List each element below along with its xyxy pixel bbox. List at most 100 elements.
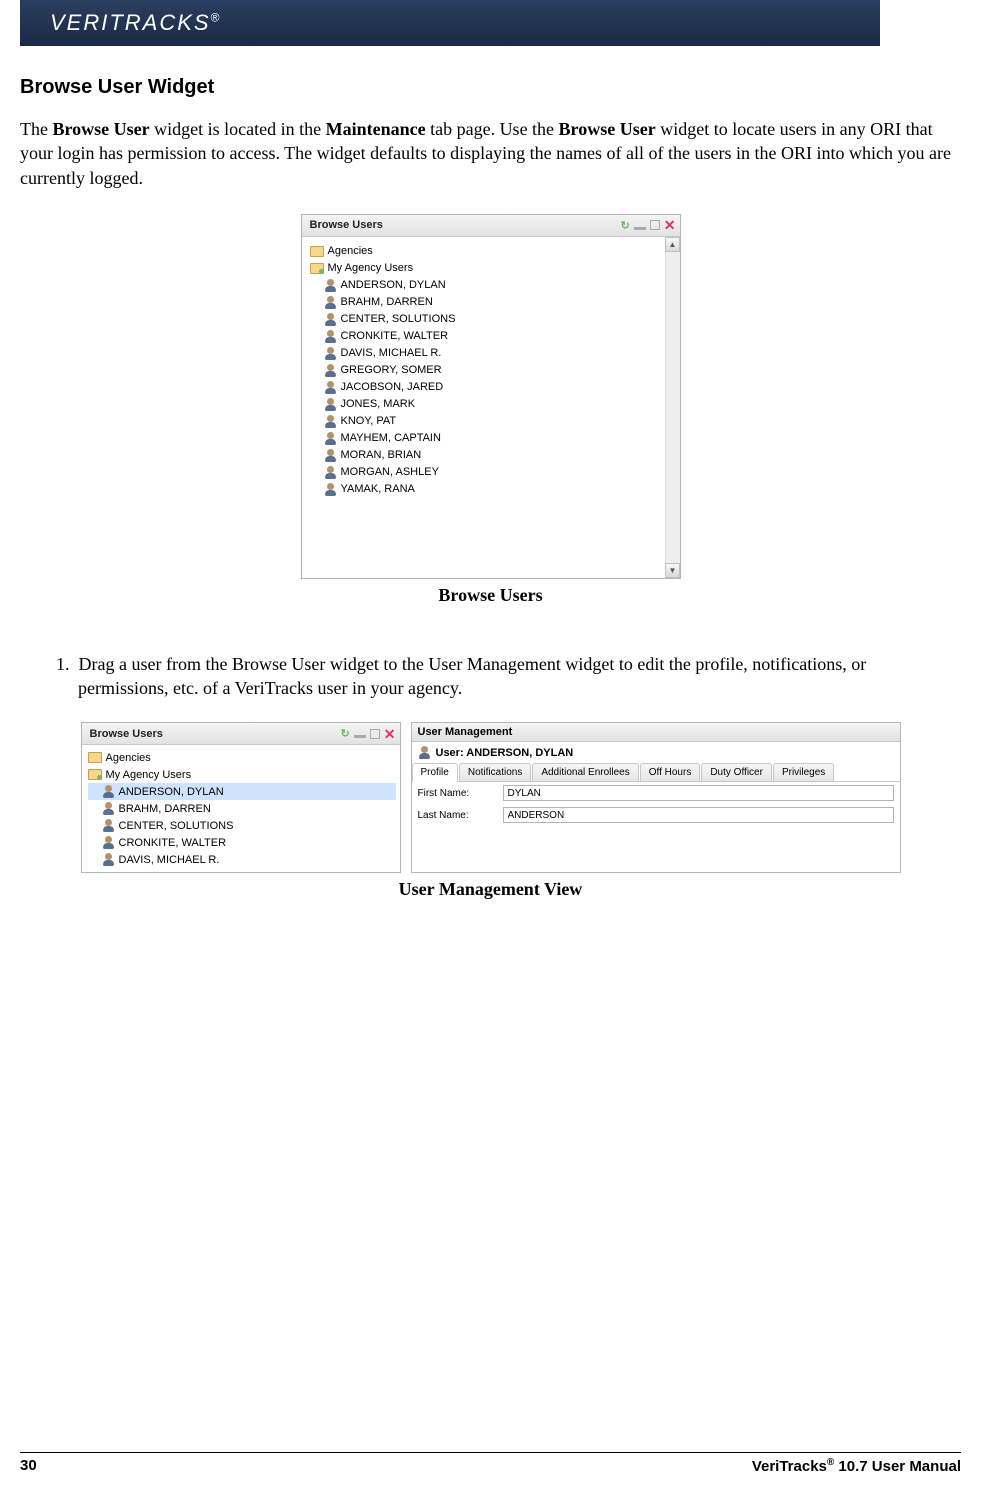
widget-titlebar[interactable]: Browse Users ✕ — [82, 723, 400, 745]
maximize-icon[interactable] — [650, 220, 660, 230]
tree-user-item[interactable]: CENTER, SOLUTIONS — [310, 311, 676, 328]
tree-user-item[interactable]: YAMAK, RANA — [310, 481, 676, 498]
widget-titlebar[interactable]: Browse Users ✕ — [302, 215, 680, 237]
minimize-icon[interactable] — [634, 227, 646, 230]
tree-folder-agencies[interactable]: Agencies — [88, 749, 396, 766]
browse-users-widget: Browse Users ✕ Agencies My Agency Users — [301, 214, 681, 579]
user-icon — [324, 449, 337, 462]
tree-user-label: CENTER, SOLUTIONS — [119, 820, 234, 832]
user-icon — [324, 381, 337, 394]
user-icon — [324, 483, 337, 496]
tab-notifications[interactable]: Notifications — [459, 763, 531, 781]
footer-product: VeriTracks® 10.7 User Manual — [752, 1457, 961, 1475]
tree-user-item[interactable]: MORGAN, ASHLEY — [310, 464, 676, 481]
tree-user-item[interactable]: JACOBSON, JARED — [310, 379, 676, 396]
refresh-icon[interactable] — [341, 727, 350, 740]
user-icon — [324, 330, 337, 343]
user-icon — [324, 432, 337, 445]
tree-user-item[interactable]: ANDERSON, DYLAN — [88, 783, 396, 800]
page-footer: 30 VeriTracks® 10.7 User Manual — [20, 1452, 961, 1475]
tree-user-label: JONES, MARK — [341, 398, 416, 410]
scroll-up-icon[interactable]: ▲ — [665, 237, 680, 252]
tree-user-item[interactable]: MORAN, BRIAN — [310, 447, 676, 464]
tree-user-label: MAYHEM, CAPTAIN — [341, 432, 441, 444]
tree-user-item[interactable]: GREGORY, SOMER — [310, 362, 676, 379]
first-name-label: First Name: — [418, 788, 503, 799]
tab-duty-officer[interactable]: Duty Officer — [701, 763, 772, 781]
tree-user-label: BRAHM, DARREN — [341, 296, 433, 308]
tree-user-item[interactable]: CENTER, SOLUTIONS — [88, 817, 396, 834]
user-icon — [324, 398, 337, 411]
tree-user-label: CENTER, SOLUTIONS — [341, 313, 456, 325]
tree-user-label: MORAN, BRIAN — [341, 449, 422, 461]
tree-user-item[interactable]: BRAHM, DARREN — [310, 294, 676, 311]
tab-strip: ProfileNotificationsAdditional Enrollees… — [412, 763, 900, 782]
user-icon — [324, 313, 337, 326]
last-name-label: Last Name: — [418, 810, 503, 821]
tree-user-item[interactable]: CRONKITE, WALTER — [88, 834, 396, 851]
user-icon — [324, 415, 337, 428]
user-icon — [324, 296, 337, 309]
tree-user-label: JACOBSON, JARED — [341, 381, 444, 393]
tree-user-item[interactable]: DAVIS, MICHAEL R. — [310, 345, 676, 362]
tree-label: My Agency Users — [328, 262, 414, 274]
tree-user-label: BRAHM, DARREN — [119, 803, 211, 815]
page-number: 30 — [20, 1457, 37, 1475]
logo-text: VERITRACKS® — [50, 10, 221, 36]
tree-user-item[interactable]: BRAHM, DARREN — [88, 800, 396, 817]
user-management-widget: User Management User: ANDERSON, DYLAN Pr… — [411, 722, 901, 873]
folder-icon — [88, 752, 102, 763]
first-name-row: First Name: — [412, 782, 900, 804]
tree-user-label: DAVIS, MICHAEL R. — [341, 347, 442, 359]
user-icon — [324, 347, 337, 360]
last-name-row: Last Name: — [412, 804, 900, 826]
first-name-field[interactable] — [503, 785, 894, 801]
tab-additional-enrollees[interactable]: Additional Enrollees — [532, 763, 638, 781]
tree-label: Agencies — [106, 752, 151, 764]
figure-caption: User Management View — [399, 879, 583, 900]
tree-user-label: CRONKITE, WALTER — [119, 837, 227, 849]
refresh-icon[interactable] — [621, 219, 630, 232]
last-name-field[interactable] — [503, 807, 894, 823]
tree-user-label: YAMAK, RANA — [341, 483, 415, 495]
scroll-down-icon[interactable]: ▼ — [665, 563, 680, 578]
tree-user-item[interactable]: ANDERSON, DYLAN — [310, 277, 676, 294]
folder-open-icon — [88, 769, 102, 780]
user-icon — [324, 279, 337, 292]
widget-title-text: Browse Users — [90, 728, 163, 740]
tree-user-label: ANDERSON, DYLAN — [341, 279, 446, 291]
maximize-icon[interactable] — [370, 729, 380, 739]
user-icon — [418, 746, 431, 759]
intro-paragraph: The Browse User widget is located in the… — [20, 117, 961, 190]
widget-title-text: Browse Users — [310, 219, 383, 231]
tree-user-label: MORGAN, ASHLEY — [341, 466, 439, 478]
tree-user-item[interactable]: KNOY, PAT — [310, 413, 676, 430]
tree-user-item[interactable]: CRONKITE, WALTER — [310, 328, 676, 345]
scrollbar[interactable]: ▲ ▼ — [665, 237, 680, 578]
tree-user-label: KNOY, PAT — [341, 415, 397, 427]
current-user-row: User: ANDERSON, DYLAN — [412, 742, 900, 763]
tab-off-hours[interactable]: Off Hours — [640, 763, 701, 781]
tree-folder-agencies[interactable]: Agencies — [310, 243, 676, 260]
tree-user-item[interactable]: DAVIS, MICHAEL R. — [88, 851, 396, 868]
minimize-icon[interactable] — [354, 735, 366, 738]
tree-user-label: GREGORY, SOMER — [341, 364, 442, 376]
tab-privileges[interactable]: Privileges — [773, 763, 834, 781]
tab-profile[interactable]: Profile — [412, 763, 458, 782]
user-icon — [324, 466, 337, 479]
user-icon — [102, 802, 115, 815]
tree-folder-my-agency[interactable]: My Agency Users — [310, 260, 676, 277]
tree-user-label: CRONKITE, WALTER — [341, 330, 449, 342]
step-1: 1. Drag a user from the Browse User widg… — [56, 652, 961, 701]
tree-label: Agencies — [328, 245, 373, 257]
widget-title-text: User Management — [418, 726, 513, 738]
close-icon[interactable]: ✕ — [664, 218, 676, 232]
tree-user-item[interactable]: MAYHEM, CAPTAIN — [310, 430, 676, 447]
tree-user-item[interactable]: JONES, MARK — [310, 396, 676, 413]
user-icon — [102, 785, 115, 798]
widget-titlebar[interactable]: User Management — [412, 723, 900, 742]
figure-caption: Browse Users — [438, 585, 542, 606]
close-icon[interactable]: ✕ — [384, 727, 396, 741]
tree-folder-my-agency[interactable]: My Agency Users — [88, 766, 396, 783]
folder-open-icon — [310, 263, 324, 274]
